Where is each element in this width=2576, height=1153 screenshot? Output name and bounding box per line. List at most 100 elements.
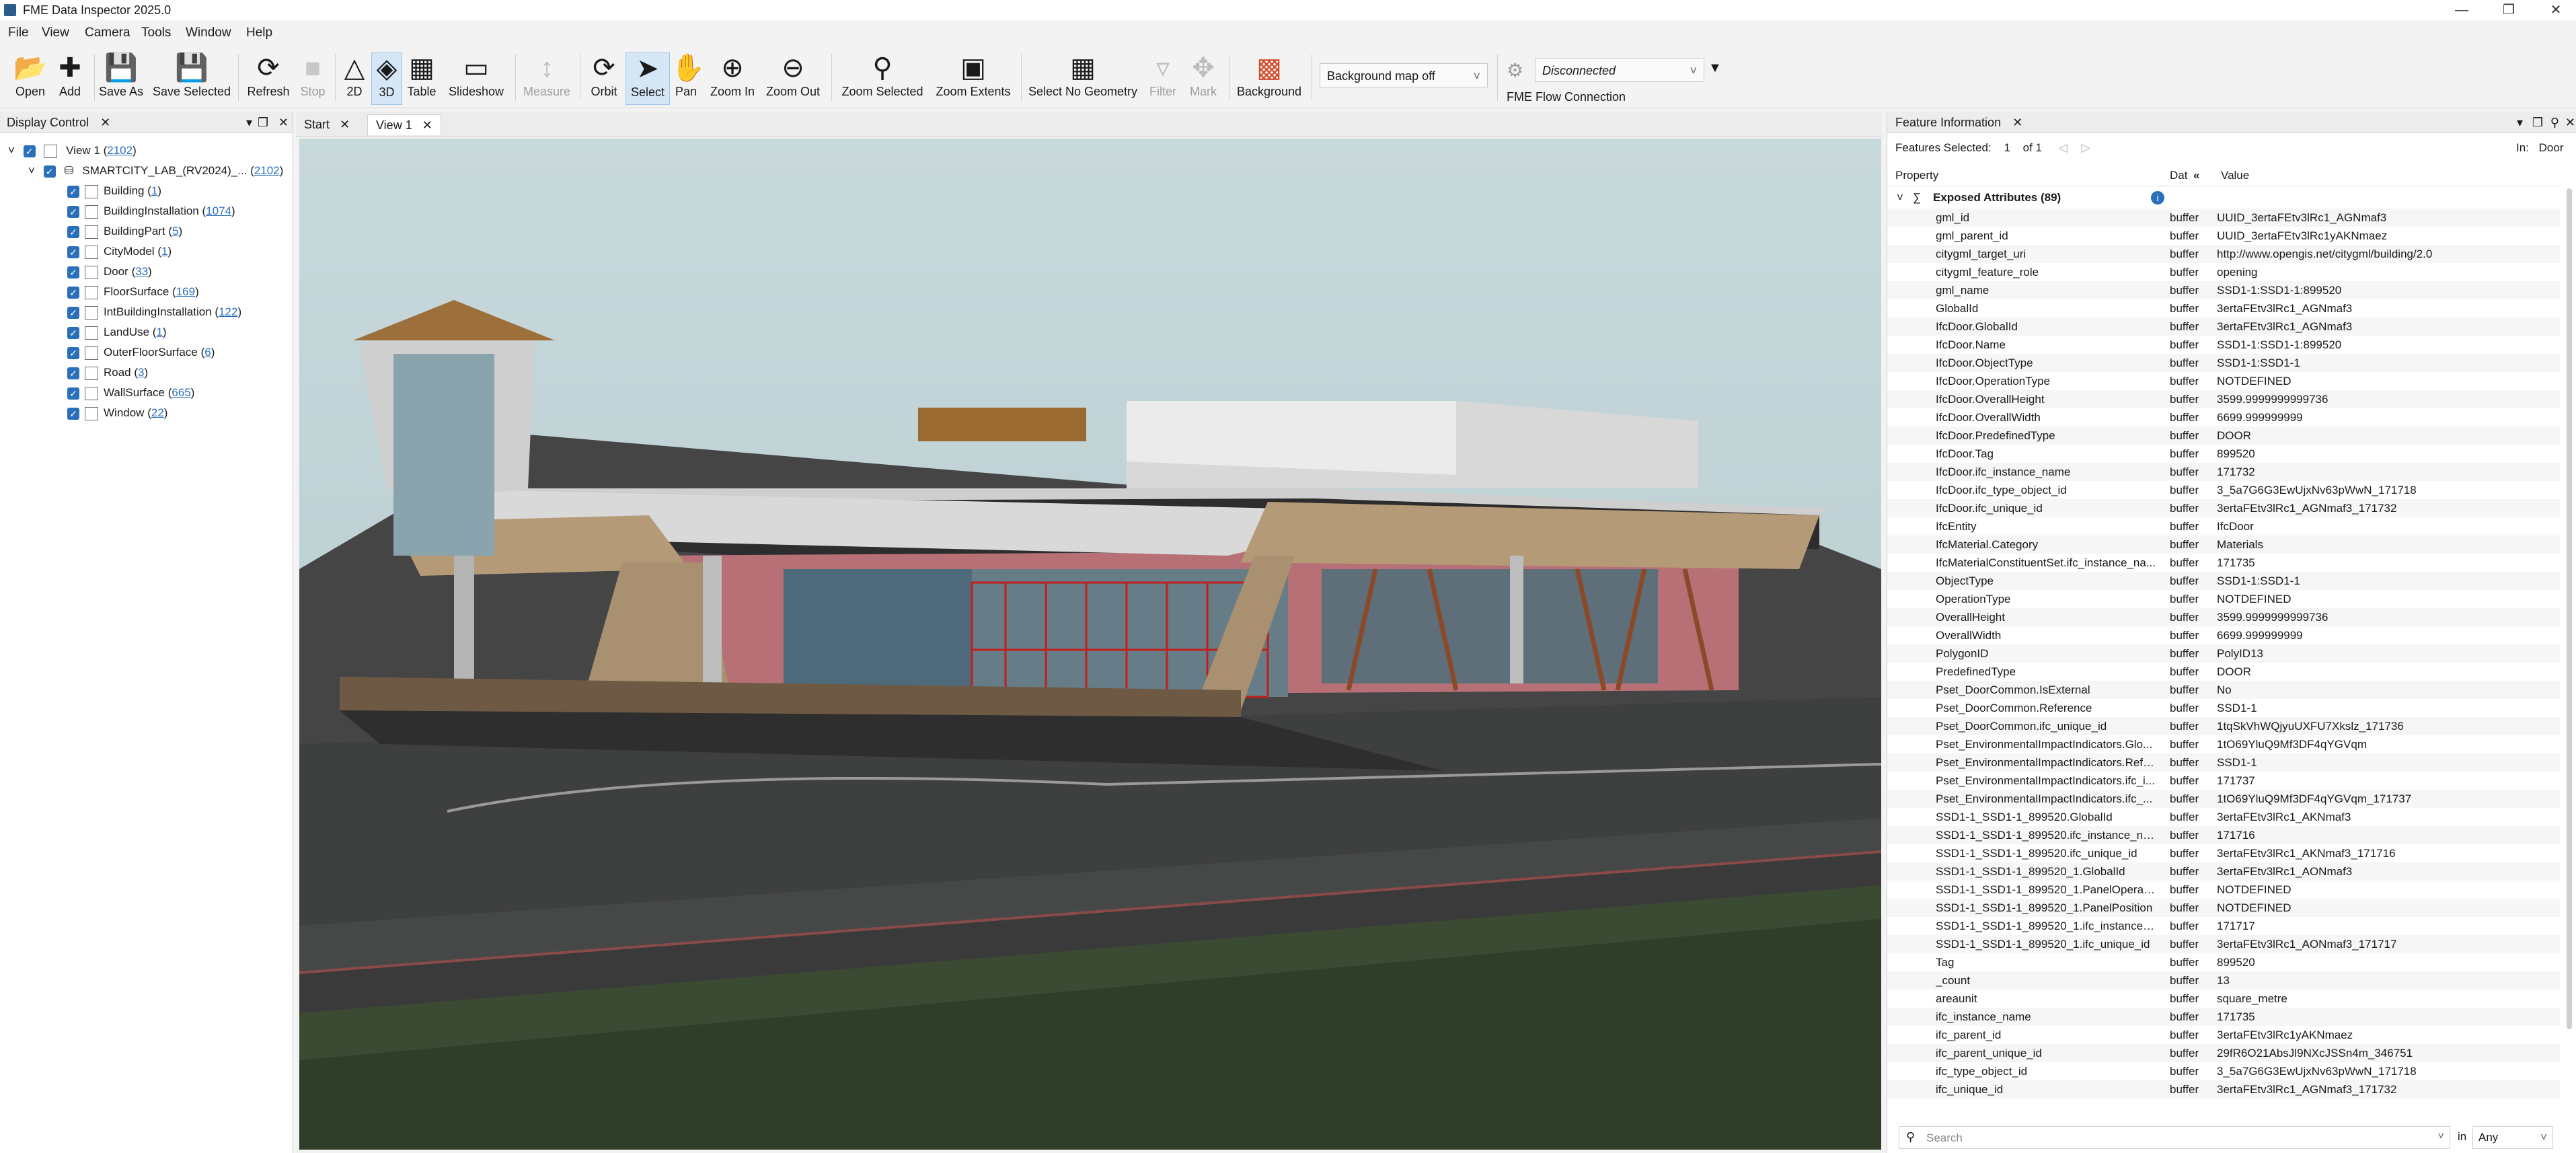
tree-item-intbuildinginstallation[interactable]: ✓ IntBuildingInstallation (122): [67, 303, 241, 322]
tree-item-wallsurface[interactable]: ✓ WallSurface (665): [67, 383, 194, 402]
refresh-button[interactable]: ⟳ Refresh: [245, 52, 292, 104]
open-button[interactable]: 📂 Open: [9, 52, 51, 104]
feature-type-checkbox[interactable]: ✓: [67, 225, 79, 238]
table-row[interactable]: PredefinedType buffer DOOR: [1887, 663, 2560, 681]
next-feature-icon[interactable]: ▷: [2082, 141, 2090, 154]
table-row[interactable]: IfcDoor.ObjectType buffer SSD1-1:SSD1-1: [1887, 354, 2560, 372]
table-row[interactable]: OperationType buffer NOTDEFINED: [1887, 590, 2560, 608]
tree-item-door[interactable]: ✓ Door (33): [67, 262, 152, 281]
tree-item-road[interactable]: ✓ Road (3): [67, 363, 148, 382]
table-row[interactable]: areaunit buffer square_metre: [1887, 990, 2560, 1008]
table-row[interactable]: IfcDoor.ifc_unique_id buffer 3ertaFEtv3lRc…: [1887, 499, 2560, 517]
attribute-search-input[interactable]: ⚲ Search ˅: [1899, 1126, 2450, 1149]
view-3d-button[interactable]: ◈ 3D: [371, 52, 402, 105]
float-panel-icon[interactable]: ❐: [2532, 112, 2543, 133]
select-button[interactable]: ➤ Select: [626, 52, 670, 105]
close-panel-icon[interactable]: ✕: [100, 116, 110, 129]
tree-item-outerfloorsurface[interactable]: ✓ OuterFloorSurface (6): [67, 343, 215, 362]
menu-help[interactable]: Help: [246, 26, 272, 40]
chevron-down-icon[interactable]: ˅: [2438, 1131, 2444, 1143]
table-row[interactable]: Pset_EnvironmentalImpactIndicators.ifc_.…: [1887, 790, 2560, 808]
table-row[interactable]: ifc_parent_id buffer 3ertaFEtv3lRc1yAKNmae…: [1887, 1026, 2560, 1044]
feature-type-checkbox[interactable]: ✓: [67, 185, 79, 198]
selected-index-field[interactable]: 1: [2004, 141, 2010, 154]
feature-count-link[interactable]: 22: [151, 406, 164, 419]
search-scope-select[interactable]: Any ˅: [2472, 1126, 2553, 1149]
zoom-out-button[interactable]: ⊖ Zoom Out: [764, 52, 822, 104]
background-map-select[interactable]: Background map off ˅: [1320, 63, 1488, 87]
column-header-property[interactable]: Property: [1895, 165, 1938, 186]
feature-type-checkbox[interactable]: ✓: [67, 387, 79, 400]
table-row[interactable]: SSD1-1_SSD1-1_899520.ifc_unique_id buffer…: [1887, 844, 2560, 862]
table-row[interactable]: ifc_instance_name buffer 171735: [1887, 1008, 2560, 1026]
tree-item-landuse[interactable]: ✓ LandUse (1): [67, 323, 167, 342]
dataset-checkbox[interactable]: ✓: [43, 165, 56, 178]
tab-start[interactable]: Start ✕: [296, 114, 358, 135]
column-header-type[interactable]: Dat: [2170, 165, 2187, 186]
table-row[interactable]: IfcDoor.OverallWidth buffer 6699.999999999: [1887, 408, 2560, 426]
feature-count-link[interactable]: 6: [204, 346, 211, 359]
tree-view-node[interactable]: ˅ ✓ View 1 (2102): [8, 141, 137, 160]
close-icon[interactable]: ✕: [278, 112, 289, 133]
table-row[interactable]: citygml_target_uri buffer http://www.openg…: [1887, 245, 2560, 263]
panel-menu-icon[interactable]: ▾: [246, 112, 252, 133]
feature-type-checkbox[interactable]: ✓: [67, 246, 79, 258]
menu-file[interactable]: File: [8, 26, 29, 40]
feature-type-checkbox[interactable]: ✓: [67, 306, 79, 319]
menu-camera[interactable]: Camera: [85, 26, 130, 40]
feature-count-link[interactable]: 665: [172, 386, 190, 399]
table-row[interactable]: gml_parent_id buffer UUID_3ertaFEtv3lRc1yA…: [1887, 227, 2560, 245]
mark-button[interactable]: ✥ Mark: [1186, 52, 1220, 104]
view-2d-button[interactable]: △ 2D: [340, 52, 369, 104]
table-row[interactable]: PolygonID buffer PolyID13: [1887, 644, 2560, 663]
tree-item-citymodel[interactable]: ✓ CityModel (1): [67, 242, 172, 261]
zoom-extents-button[interactable]: ▣ Zoom Extents: [935, 52, 1012, 104]
collapse-arrow-icon[interactable]: ˅: [28, 164, 35, 177]
feature-type-checkbox[interactable]: ✓: [67, 286, 79, 299]
connection-status-select[interactable]: Disconnected ˅: [1535, 58, 1704, 82]
feature-count-link[interactable]: 1: [151, 184, 157, 197]
table-row[interactable]: Pset_DoorCommon.IsExternal buffer No: [1887, 681, 2560, 699]
info-icon[interactable]: i: [2151, 191, 2164, 204]
close-icon[interactable]: ✕: [2536, 0, 2576, 20]
tree-item-buildingpart[interactable]: ✓ BuildingPart (5): [67, 222, 182, 241]
table-row[interactable]: Pset_EnvironmentalImpactIndicators.Refe.…: [1887, 753, 2560, 772]
table-row[interactable]: IfcDoor.ifc_type_object_id buffer 3_5a7G6G…: [1887, 481, 2560, 499]
minimize-icon[interactable]: —: [2441, 0, 2482, 20]
table-row[interactable]: Pset_EnvironmentalImpactIndicators.Glo..…: [1887, 735, 2560, 753]
table-row[interactable]: ifc_parent_unique_id buffer 29fR6O21AbsJl9…: [1887, 1044, 2560, 1062]
orbit-button[interactable]: ⟳ Orbit: [585, 52, 623, 104]
table-row[interactable]: ObjectType buffer SSD1-1:SSD1-1: [1887, 572, 2560, 590]
tree-item-buildinginstallation[interactable]: ✓ BuildingInstallation (1074): [67, 202, 235, 221]
measure-button[interactable]: ↕ Measure: [521, 52, 573, 104]
table-row[interactable]: IfcEntity buffer IfcDoor: [1887, 517, 2560, 535]
table-row[interactable]: IfcDoor.GlobalId buffer 3ertaFEtv3lRc1_AGN…: [1887, 318, 2560, 336]
table-row[interactable]: IfcDoor.PredefinedType buffer DOOR: [1887, 426, 2560, 445]
collapse-arrow-icon[interactable]: ˅: [8, 144, 15, 157]
collapse-column-icon[interactable]: «: [2193, 165, 2199, 186]
filter-button[interactable]: ▿ Filter: [1146, 52, 1180, 104]
feature-count-link[interactable]: 1: [161, 245, 167, 258]
close-panel-icon[interactable]: ✕: [2012, 116, 2022, 129]
feature-type-checkbox[interactable]: ✓: [67, 367, 79, 379]
zoom-in-button[interactable]: ⊕ Zoom In: [708, 52, 757, 104]
close-tab-icon[interactable]: ✕: [340, 118, 350, 131]
feature-type-checkbox[interactable]: ✓: [67, 326, 79, 339]
table-row[interactable]: IfcDoor.Name buffer SSD1-1:SSD1-1:899520: [1887, 336, 2560, 354]
table-view-button[interactable]: ▦ Table: [404, 52, 440, 104]
feature-count-link[interactable]: 169: [176, 285, 195, 298]
tree-item-building[interactable]: ✓ Building (1): [67, 182, 161, 200]
feature-count-link[interactable]: 1: [156, 326, 162, 338]
table-row[interactable]: Pset_EnvironmentalImpactIndicators.ifc_i…: [1887, 772, 2560, 790]
close-icon[interactable]: ✕: [2565, 112, 2575, 133]
table-row[interactable]: ifc_type_object_id buffer 3_5a7G6G3EwUjxNv…: [1887, 1062, 2560, 1080]
panel-menu-icon[interactable]: ▾: [2517, 112, 2523, 133]
tree-item-floorsurface[interactable]: ✓ FloorSurface (169): [67, 283, 199, 301]
add-button[interactable]: ✚ Add: [52, 52, 87, 104]
table-row[interactable]: Pset_DoorCommon.Reference buffer SSD1-1: [1887, 699, 2560, 717]
table-row[interactable]: IfcMaterialConstituentSet.ifc_instance_n…: [1887, 554, 2560, 572]
previous-feature-icon[interactable]: ◁: [2059, 141, 2068, 154]
table-row[interactable]: IfcDoor.ifc_instance_name buffer 171732: [1887, 463, 2560, 481]
pan-button[interactable]: ✋ Pan: [671, 52, 705, 104]
table-row[interactable]: SSD1-1_SSD1-1_899520.ifc_instance_name bu…: [1887, 826, 2560, 844]
